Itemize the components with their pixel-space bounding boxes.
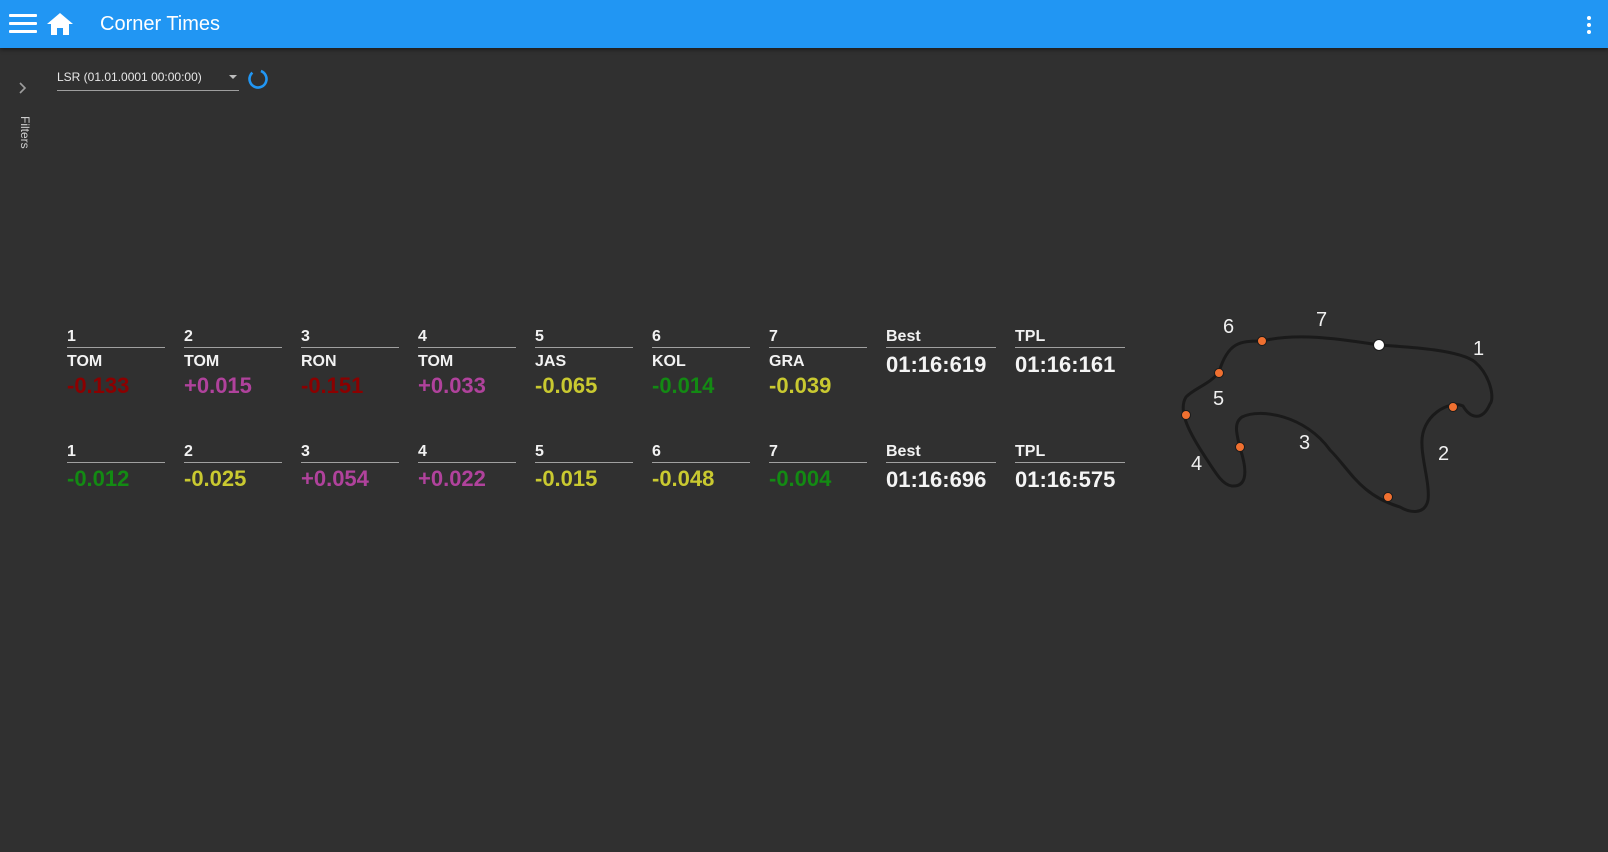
corner-cell: 5 -0.015 xyxy=(535,442,633,492)
corner-delta: -0.004 xyxy=(769,466,832,491)
corner-number: 6 xyxy=(652,442,750,463)
corner-number: 6 xyxy=(652,327,750,348)
corner-driver: GRA xyxy=(769,353,805,370)
corner-number: 2 xyxy=(184,327,282,348)
sector-marker xyxy=(1181,410,1191,420)
corner-cell: 7 -0.004 xyxy=(769,442,867,492)
filters-panel-toggle[interactable]: Filters xyxy=(0,48,44,852)
corner-cell: 1 TOM -0.133 xyxy=(67,327,165,399)
start-finish-marker xyxy=(1373,339,1385,351)
corner-number: 2 xyxy=(184,442,282,463)
best-lap-label: Best xyxy=(886,442,996,463)
corner-driver: TOM xyxy=(184,353,220,370)
corner-number: 4 xyxy=(418,327,516,348)
corner-number: 5 xyxy=(535,327,633,348)
theoretical-lap-label: TPL xyxy=(1015,442,1125,463)
theoretical-lap-cell: TPL 01:16:161 xyxy=(1015,327,1125,378)
corner-delta: -0.048 xyxy=(652,466,715,491)
corner-number: 5 xyxy=(535,442,633,463)
corner-number: 7 xyxy=(769,442,867,463)
corner-delta: -0.025 xyxy=(184,466,247,491)
corner-cell: 6 KOL -0.014 xyxy=(652,327,750,399)
corner-number: 1 xyxy=(67,442,165,463)
theoretical-lap-time: 01:16:575 xyxy=(1015,467,1116,492)
session-selected-value: LSR (01.01.0001 00:00:00) xyxy=(57,70,202,84)
corner-delta: +0.054 xyxy=(301,466,369,491)
corner-delta: +0.022 xyxy=(418,466,486,491)
theoretical-lap-label: TPL xyxy=(1015,327,1125,348)
corner-number: 4 xyxy=(418,442,516,463)
corner-cell: 6 -0.048 xyxy=(652,442,750,492)
corner-delta: +0.015 xyxy=(184,373,252,398)
corner-number: 3 xyxy=(301,442,399,463)
app-bar: Corner Times xyxy=(0,0,1608,48)
corner-number: 1 xyxy=(67,327,165,348)
corner-delta: -0.133 xyxy=(67,373,130,398)
best-lap-label: Best xyxy=(886,327,996,348)
corner-driver: KOL xyxy=(652,353,686,370)
corner-driver: RON xyxy=(301,353,337,370)
corner-cell: 4 TOM +0.033 xyxy=(418,327,516,399)
more-vert-icon[interactable] xyxy=(1585,14,1595,36)
corner-cell: 5 JAS -0.065 xyxy=(535,327,633,399)
track-corner-label: 5 xyxy=(1213,388,1224,410)
track-corner-label: 6 xyxy=(1223,316,1234,338)
corner-cell: 3 RON -0.151 xyxy=(301,327,399,399)
corner-driver: TOM xyxy=(418,353,454,370)
session-select[interactable]: LSR (01.01.0001 00:00:00) xyxy=(57,66,239,91)
track-corner-label: 7 xyxy=(1316,309,1327,331)
best-lap-cell: Best 01:16:619 xyxy=(886,327,996,378)
dropdown-arrow-icon xyxy=(229,75,237,79)
track-map: 1 2 3 4 5 6 7 xyxy=(1160,300,1510,530)
track-outline xyxy=(1181,335,1494,513)
track-corner-label: 2 xyxy=(1438,443,1449,465)
track-corner-label: 1 xyxy=(1473,338,1484,360)
sector-marker xyxy=(1214,368,1224,378)
corner-number: 7 xyxy=(769,327,867,348)
corner-cell: 1 -0.012 xyxy=(67,442,165,492)
home-icon[interactable] xyxy=(45,11,75,37)
track-corner-label: 4 xyxy=(1191,453,1202,475)
corner-driver: TOM xyxy=(67,353,103,370)
corner-delta: -0.039 xyxy=(769,373,832,398)
corner-delta: -0.012 xyxy=(67,466,130,491)
corner-number: 3 xyxy=(301,327,399,348)
corner-delta: -0.015 xyxy=(535,466,598,491)
corner-cell: 2 -0.025 xyxy=(184,442,282,492)
corner-cell: 4 +0.022 xyxy=(418,442,516,492)
corner-delta: +0.033 xyxy=(418,373,486,398)
menu-icon[interactable] xyxy=(8,12,38,36)
theoretical-lap-cell: TPL 01:16:575 xyxy=(1015,442,1125,493)
corner-cell: 2 TOM +0.015 xyxy=(184,327,282,399)
best-lap-time: 01:16:619 xyxy=(886,352,987,377)
best-lap-cell: Best 01:16:696 xyxy=(886,442,996,493)
corner-cell: 3 +0.054 xyxy=(301,442,399,492)
corner-delta: -0.151 xyxy=(301,373,364,398)
corner-delta: -0.065 xyxy=(535,373,598,398)
filters-label[interactable]: Filters xyxy=(12,116,32,149)
sector-marker xyxy=(1448,402,1458,412)
sector-marker xyxy=(1257,336,1267,346)
chevron-right-icon[interactable] xyxy=(14,80,30,96)
best-lap-time: 01:16:696 xyxy=(886,467,987,492)
sector-marker xyxy=(1235,442,1245,452)
corner-driver: JAS xyxy=(535,353,567,370)
corner-cell: 7 GRA -0.039 xyxy=(769,327,867,399)
track-corner-label: 3 xyxy=(1299,432,1310,454)
corner-delta: -0.014 xyxy=(652,373,715,398)
loading-spinner-icon xyxy=(247,68,269,90)
sector-marker xyxy=(1383,492,1393,502)
theoretical-lap-time: 01:16:161 xyxy=(1015,352,1116,377)
page-title: Corner Times xyxy=(100,13,221,35)
